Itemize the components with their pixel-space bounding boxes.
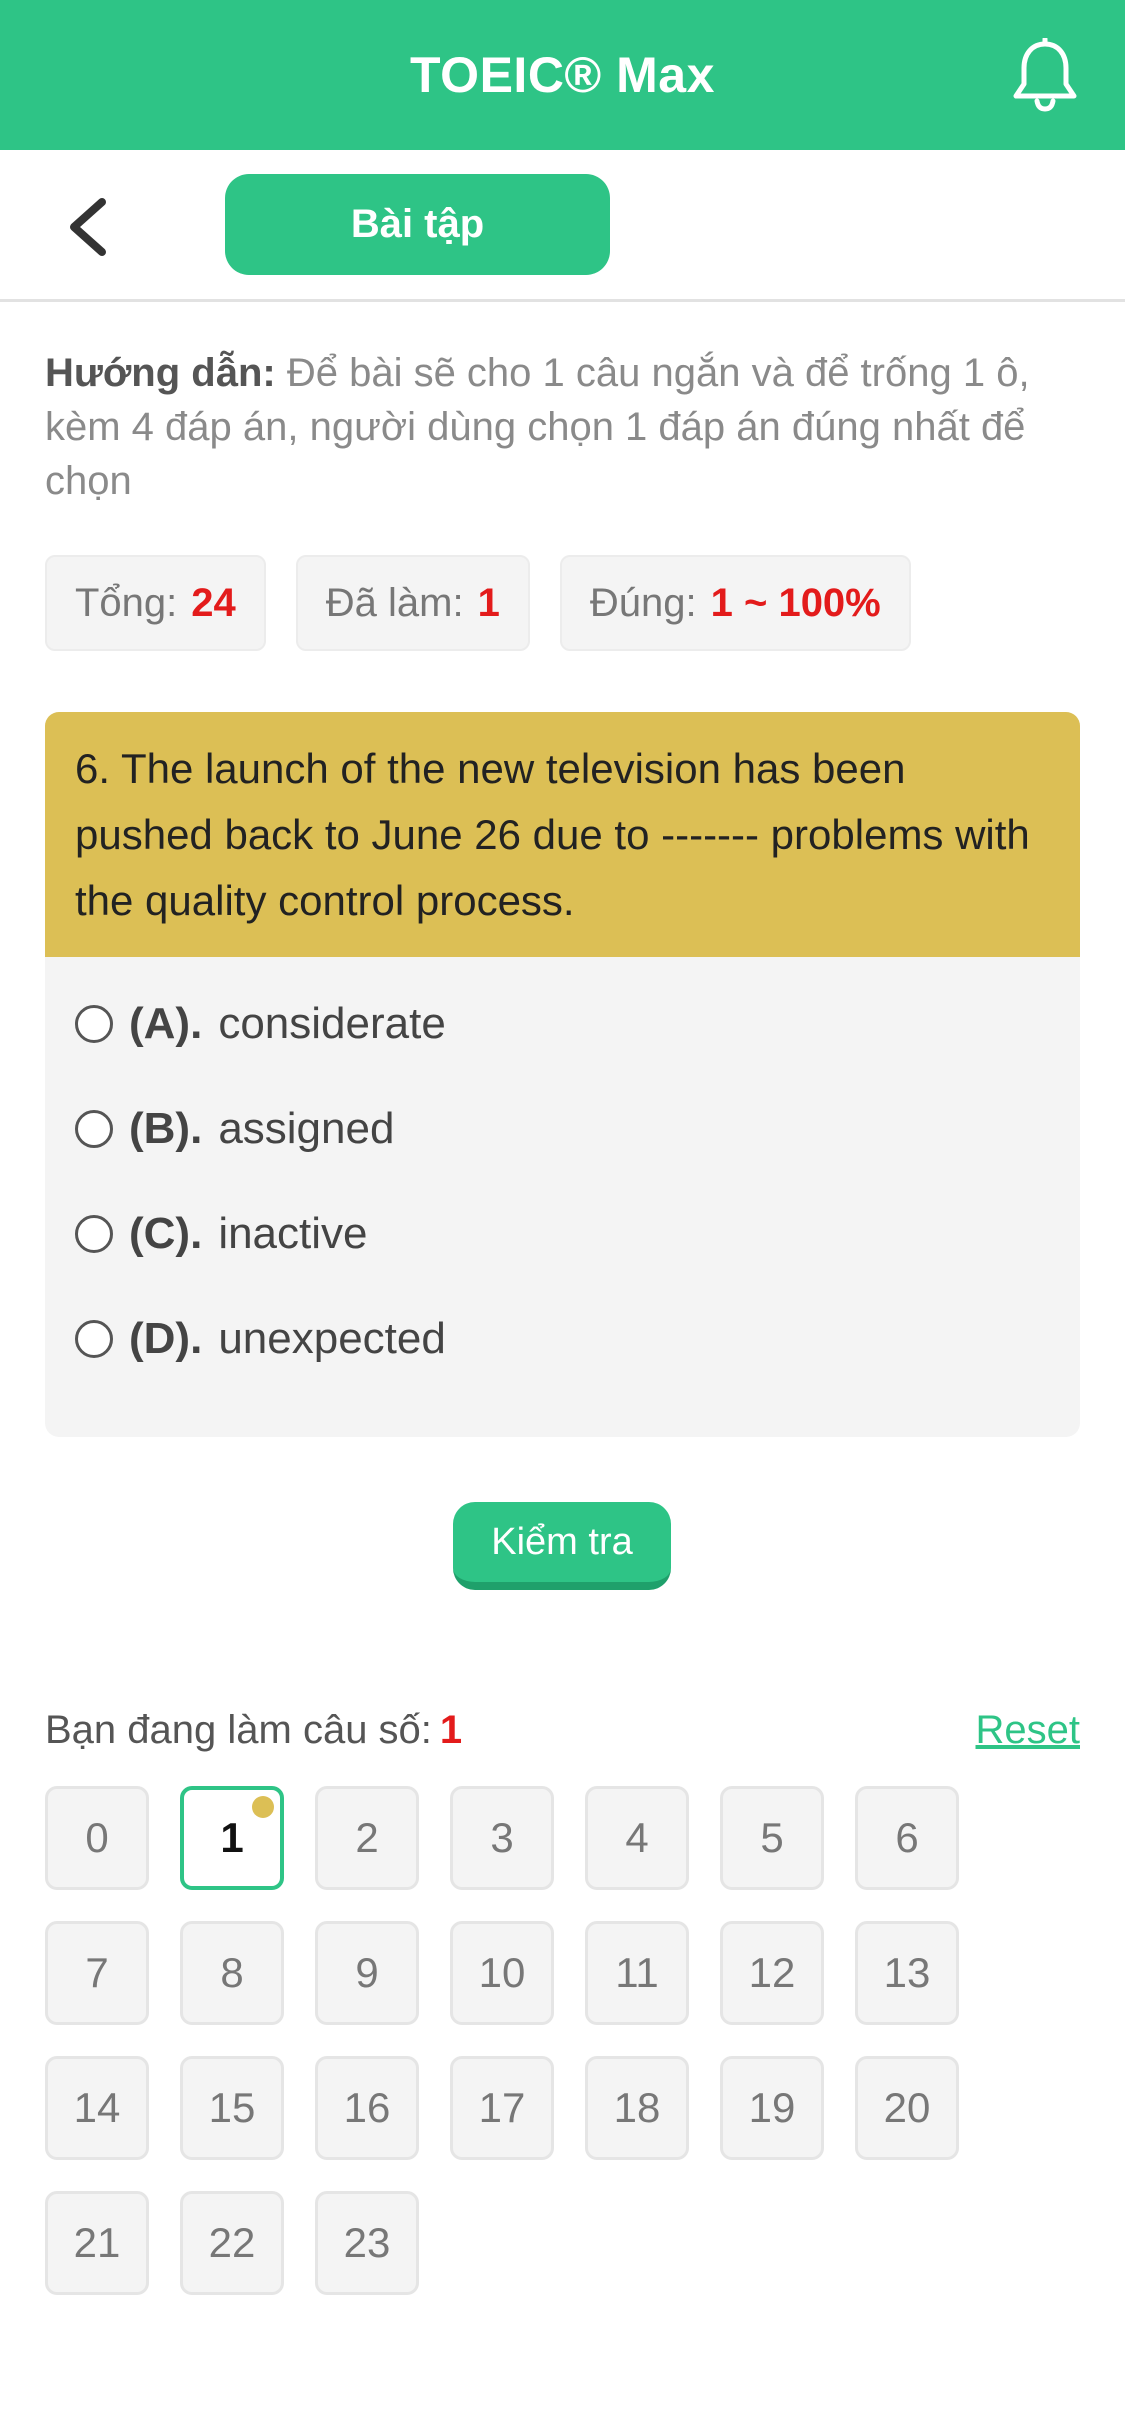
question-number-9[interactable]: 9 <box>315 1921 419 2025</box>
stat-correct-value: 1 ~ 100% <box>710 580 881 625</box>
check-button[interactable]: Kiểm tra <box>453 1502 671 1590</box>
question-number-3[interactable]: 3 <box>450 1786 554 1890</box>
question-number-14[interactable]: 14 <box>45 2056 149 2160</box>
tab-exercise[interactable]: Bài tập <box>225 174 610 275</box>
reset-link[interactable]: Reset <box>976 1708 1081 1753</box>
chevron-left-icon[interactable] <box>62 194 122 260</box>
stat-done-value: 1 <box>477 580 500 625</box>
option-d[interactable]: (D). unexpected <box>45 1286 1080 1391</box>
progress-row: Bạn đang làm câu số: 1 Reset <box>45 1700 1080 1760</box>
option-key: (A). <box>129 998 203 1048</box>
stat-done-label: Đã làm: <box>325 580 464 625</box>
stat-correct-label: Đúng: <box>589 580 697 625</box>
option-a[interactable]: (A). considerate <box>45 971 1080 1076</box>
question-number-10[interactable]: 10 <box>450 1921 554 2025</box>
question-number-11[interactable]: 11 <box>585 1921 689 2025</box>
stat-total-value: 24 <box>191 580 236 625</box>
radio-button[interactable] <box>75 1109 113 1148</box>
question-number-6[interactable]: 6 <box>855 1786 959 1890</box>
question-number-7[interactable]: 7 <box>45 1921 149 2025</box>
answer-options: (A). considerate (B). assigned (C). inac… <box>45 957 1080 1391</box>
progress-text: Bạn đang làm câu số: 1 <box>45 1708 462 1753</box>
question-number-0[interactable]: 0 <box>45 1786 149 1890</box>
stat-total: Tổng: 24 <box>45 555 266 651</box>
option-c[interactable]: (C). inactive <box>45 1181 1080 1286</box>
question-number-5[interactable]: 5 <box>720 1786 824 1890</box>
progress-label: Bạn đang làm câu số: <box>45 1707 432 1752</box>
question-number-22[interactable]: 22 <box>180 2191 284 2295</box>
option-b[interactable]: (B). assigned <box>45 1076 1080 1181</box>
question-number-17[interactable]: 17 <box>450 2056 554 2160</box>
question-number-16[interactable]: 16 <box>315 2056 419 2160</box>
question-number-15[interactable]: 15 <box>180 2056 284 2160</box>
question-number-4[interactable]: 4 <box>585 1786 689 1890</box>
app-header: TOEIC® Max <box>0 0 1125 150</box>
option-text: considerate <box>218 998 446 1048</box>
radio-button[interactable] <box>75 1004 113 1043</box>
bell-icon[interactable] <box>1010 38 1080 112</box>
stats-row: Tổng: 24 Đã làm: 1 Đúng: 1 ~ 100% <box>45 555 911 651</box>
question-card: 6. The launch of the new television has … <box>45 712 1080 1437</box>
instruction: Hướng dẫn: Để bài sẽ cho 1 câu ngắn và đ… <box>45 346 1085 508</box>
question-number-grid: 0 1 2 3 4 5 6 7 8 9 10 11 12 13 14 15 16… <box>45 1786 1005 2295</box>
question-number-1[interactable]: 1 <box>180 1786 284 1890</box>
stat-correct: Đúng: 1 ~ 100% <box>559 555 911 651</box>
sub-toolbar: Bài tập <box>0 150 1125 302</box>
option-text: assigned <box>218 1103 395 1153</box>
option-key: (B). <box>129 1103 203 1153</box>
app-title: TOEIC® Max <box>410 47 715 103</box>
question-number-13[interactable]: 13 <box>855 1921 959 2025</box>
question-number-23[interactable]: 23 <box>315 2191 419 2295</box>
radio-button[interactable] <box>75 1214 113 1253</box>
question-number-18[interactable]: 18 <box>585 2056 689 2160</box>
option-key: (D). <box>129 1313 203 1363</box>
question-number-2[interactable]: 2 <box>315 1786 419 1890</box>
question-number-12[interactable]: 12 <box>720 1921 824 2025</box>
question-number-20[interactable]: 20 <box>855 2056 959 2160</box>
radio-button[interactable] <box>75 1319 113 1358</box>
current-question-number: 1 <box>439 1707 463 1752</box>
stat-done: Đã làm: 1 <box>295 555 530 651</box>
stat-total-label: Tổng: <box>75 580 178 625</box>
option-text: unexpected <box>218 1313 446 1363</box>
question-number-label: 1 <box>220 1814 244 1861</box>
instruction-label: Hướng dẫn: <box>45 351 276 395</box>
option-text: inactive <box>218 1208 368 1258</box>
question-number-8[interactable]: 8 <box>180 1921 284 2025</box>
question-number-19[interactable]: 19 <box>720 2056 824 2160</box>
question-text: 6. The launch of the new television has … <box>45 712 1080 957</box>
answered-dot <box>252 1796 274 1818</box>
option-key: (C). <box>129 1208 203 1258</box>
question-number-21[interactable]: 21 <box>45 2191 149 2295</box>
